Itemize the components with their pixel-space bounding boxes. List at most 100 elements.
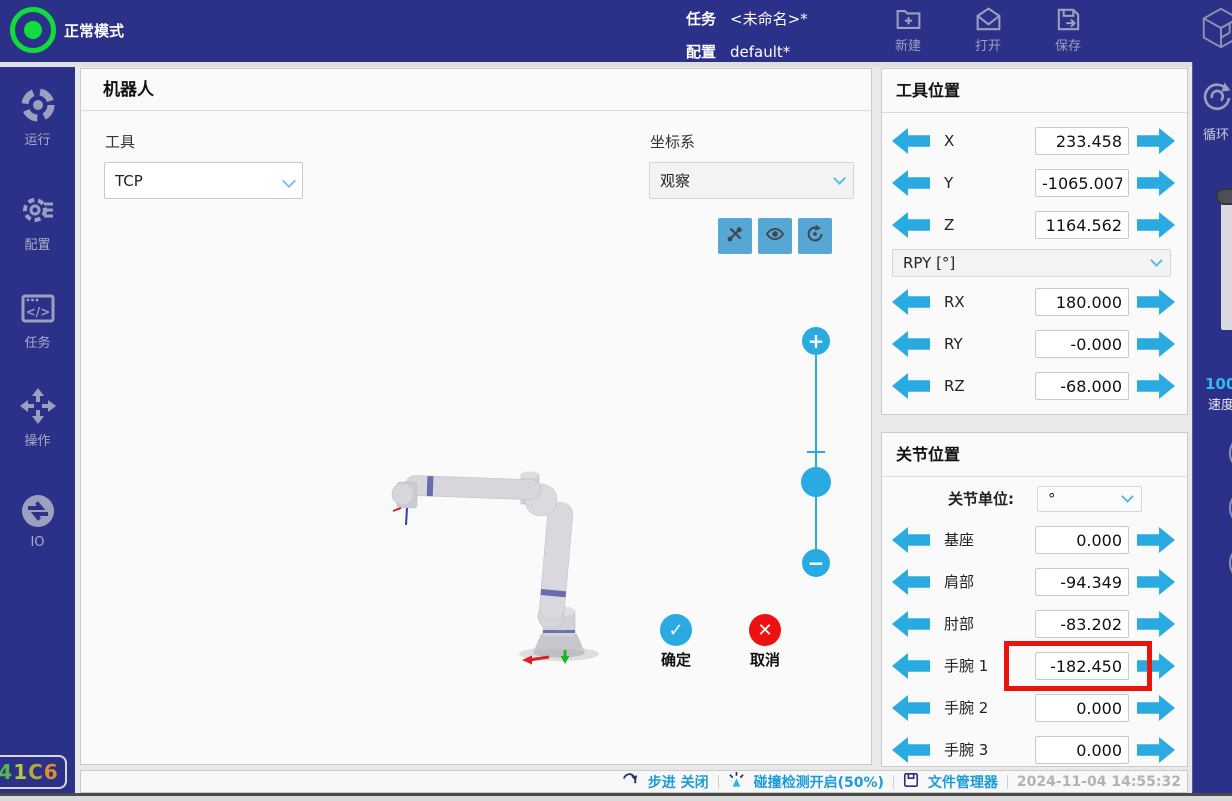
view-visibility-button[interactable] [758, 218, 792, 254]
decrement-wrist2-button[interactable] [892, 695, 930, 721]
confirm-label: 确定 [648, 649, 704, 670]
cube-3d-icon[interactable] [1198, 5, 1232, 55]
rx-label: RX [944, 288, 965, 316]
topbar-divider [0, 62, 1192, 67]
decrement-ry-button[interactable] [892, 331, 930, 357]
cancel-label: 取消 [737, 649, 793, 670]
cancel-button[interactable]: ✕ 取消 [737, 614, 793, 670]
increment-base-button[interactable] [1137, 527, 1175, 553]
frame-select[interactable]: 观察 [649, 162, 854, 199]
config-label: 配置 [686, 43, 716, 61]
increment-wrist3-button[interactable] [1137, 737, 1175, 763]
tool-select-input[interactable] [104, 162, 303, 199]
new-task-button[interactable]: 新建 [884, 5, 932, 54]
step-icon [622, 771, 639, 792]
decrement-wrist3-button[interactable] [892, 737, 930, 763]
speed-slider-track[interactable] [1221, 194, 1232, 330]
decrement-rx-button[interactable] [892, 289, 930, 315]
decrement-elbow-button[interactable] [892, 611, 930, 637]
increment-elbow-button[interactable] [1137, 611, 1175, 637]
decrement-base-button[interactable] [892, 527, 930, 553]
unit-chevron-down-icon [1121, 490, 1134, 503]
view-tools-button[interactable] [718, 218, 752, 254]
robot-3d-view[interactable] [391, 464, 626, 679]
z-value-input[interactable] [1035, 211, 1129, 239]
increment-rx-button[interactable] [1137, 289, 1175, 315]
zoom-in-button[interactable]: + [802, 327, 830, 355]
decrement-x-button[interactable] [892, 128, 930, 154]
sidebar-item-config[interactable]: 配置 [0, 190, 75, 253]
decrement-y-button[interactable] [892, 170, 930, 196]
sidebar-task-label: 任务 [0, 332, 75, 351]
sidebar-io-label: IO [0, 535, 75, 550]
decrement-rz-button[interactable] [892, 373, 930, 399]
rotation-format-select[interactable]: RPY [°] [892, 249, 1171, 277]
zoom-slider-handle[interactable] [801, 467, 831, 497]
open-task-label: 打开 [964, 35, 1012, 54]
increment-x-button[interactable] [1137, 128, 1175, 154]
decrement-z-button[interactable] [892, 212, 930, 238]
status-bar: 步进 关闭 碰撞检测开启(50%) 文件管理器 2024-11-04 14:55… [80, 770, 1188, 793]
base-value-input[interactable] [1035, 526, 1129, 554]
wrist2-value-input[interactable] [1035, 694, 1129, 722]
wrist3-value-input[interactable] [1035, 736, 1129, 764]
rz-value-input[interactable] [1035, 372, 1129, 400]
increment-shoulder-button[interactable] [1137, 569, 1175, 595]
tool-row-rx: RX [882, 288, 1187, 316]
sidebar-item-task[interactable]: </> 任务 [0, 288, 75, 351]
sidebar-operate-label: 操作 [0, 430, 75, 449]
base-label: 基座 [944, 526, 974, 554]
view-toolbar [718, 218, 832, 254]
tool-position-card: 工具位置 X Y Z RPY [°] RX [881, 68, 1188, 415]
open-task-button[interactable]: 打开 [964, 5, 1012, 54]
increment-wrist1-button[interactable] [1137, 653, 1175, 679]
new-task-icon [884, 5, 932, 34]
sidebar-item-io[interactable]: IO [0, 491, 75, 550]
elbow-label: 肘部 [944, 610, 974, 638]
speed-slider-handle[interactable] [1216, 188, 1232, 205]
view-rotate-button[interactable] [798, 218, 832, 254]
rx-value-input[interactable] [1035, 288, 1129, 316]
right-control-strip [1192, 62, 1232, 793]
loop-icon[interactable] [1199, 79, 1232, 117]
step-status-text[interactable]: 步进 关闭 [648, 772, 709, 792]
file-manager-link[interactable]: 文件管理器 [928, 772, 998, 792]
tool-position-title: 工具位置 [882, 69, 1187, 113]
status-separator [893, 775, 894, 789]
x-value-input[interactable] [1035, 127, 1129, 155]
increment-rz-button[interactable] [1137, 373, 1175, 399]
y-value-input[interactable] [1035, 169, 1129, 197]
save-task-label: 保存 [1044, 35, 1092, 54]
ry-label: RY [944, 330, 963, 358]
frame-select-value: 观察 [660, 170, 690, 191]
minus-icon: − [808, 553, 825, 573]
config-name-row: 配置 default* [686, 41, 790, 62]
joint-unit-select[interactable]: ° [1037, 486, 1142, 512]
sidebar-item-run[interactable]: 运行 [0, 85, 75, 148]
wrist1-value-input[interactable] [1035, 652, 1129, 680]
increment-z-button[interactable] [1137, 212, 1175, 238]
collision-status-text[interactable]: 碰撞检测开启(50%) [754, 772, 884, 792]
mode-status-icon [10, 7, 56, 53]
shoulder-value-input[interactable] [1035, 568, 1129, 596]
joint-row-shoulder: 肩部 [882, 568, 1187, 596]
check-icon: ✓ [660, 614, 692, 646]
ry-value-input[interactable] [1035, 330, 1129, 358]
sidebar-item-operate[interactable]: 操作 [0, 386, 75, 449]
increment-y-button[interactable] [1137, 170, 1175, 196]
tool-row-y: Y [882, 169, 1187, 197]
config-value: default* [730, 43, 790, 61]
elbow-value-input[interactable] [1035, 610, 1129, 638]
confirm-button[interactable]: ✓ 确定 [648, 614, 704, 670]
zoom-out-button[interactable]: − [802, 549, 830, 577]
y-label: Y [944, 169, 953, 197]
tool-row-ry: RY [882, 330, 1187, 358]
decrement-wrist1-button[interactable] [892, 653, 930, 679]
save-task-button[interactable]: 保存 [1044, 5, 1092, 54]
decrement-shoulder-button[interactable] [892, 569, 930, 595]
joint-unit-label: 关节单位: [882, 485, 1014, 513]
frame-label: 坐标系 [650, 131, 695, 152]
increment-ry-button[interactable] [1137, 331, 1175, 357]
joint-row-base: 基座 [882, 526, 1187, 554]
increment-wrist2-button[interactable] [1137, 695, 1175, 721]
